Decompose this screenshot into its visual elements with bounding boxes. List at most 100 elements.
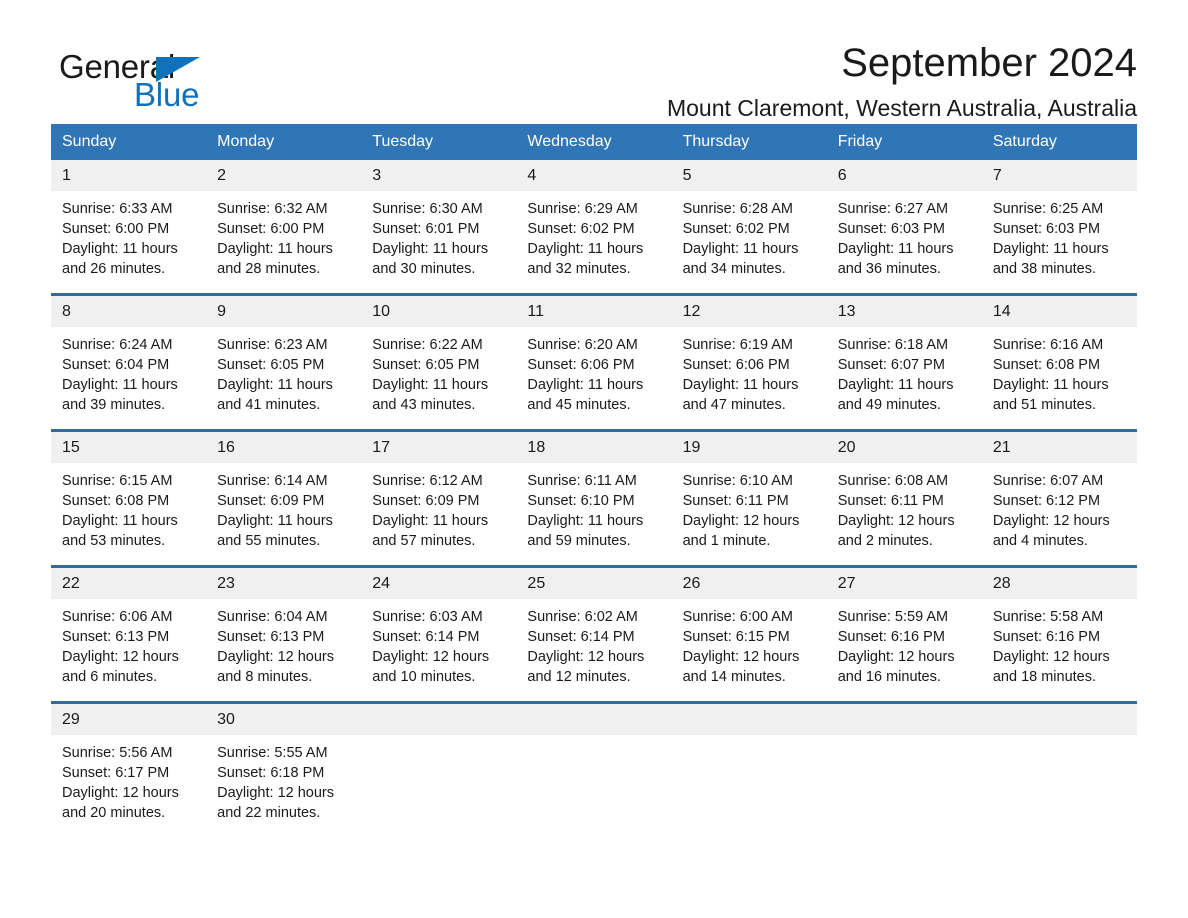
day-cell[interactable]: Sunrise: 6:19 AM Sunset: 6:06 PM Daylight:… (671, 327, 827, 429)
day-number[interactable]: 12 (671, 296, 827, 327)
day-cell[interactable]: Sunrise: 6:11 AM Sunset: 6:10 PM Daylight:… (516, 463, 672, 565)
day-cell[interactable]: Sunrise: 6:12 AM Sunset: 6:09 PM Daylight:… (361, 463, 517, 565)
sunrise-text: Sunrise: 6:25 AM (992, 201, 1104, 217)
daylight-text: and 34 minutes. (682, 261, 786, 277)
page-title: September 2024 (841, 41, 1137, 85)
daylight-text: and 32 minutes. (527, 261, 631, 277)
weekday-header-monday: Monday (206, 124, 362, 160)
day-cell[interactable]: Sunrise: 5:56 AM Sunset: 6:17 PM Daylight:… (51, 735, 207, 837)
day-number[interactable]: 27 (826, 568, 982, 599)
daylight-text: and 4 minutes. (992, 533, 1088, 549)
day-cell[interactable]: Sunrise: 6:07 AM Sunset: 6:12 PM Daylight:… (981, 463, 1137, 565)
daylight-text: Daylight: 11 hours (62, 513, 178, 529)
sunrise-text: Sunrise: 6:03 AM (372, 609, 483, 625)
generalblue-logo[interactable]: General Blue (59, 48, 239, 113)
daylight-text: and 45 minutes. (527, 397, 631, 413)
day-number[interactable]: 18 (516, 432, 672, 463)
day-cell[interactable]: Sunrise: 6:29 AM Sunset: 6:02 PM Daylight:… (516, 191, 672, 293)
day-number[interactable]: 30 (206, 704, 362, 735)
day-number[interactable]: 10 (361, 296, 517, 327)
day-cell[interactable]: Sunrise: 6:00 AM Sunset: 6:15 PM Daylight:… (671, 599, 827, 701)
day-number[interactable]: 4 (516, 160, 672, 191)
weekday-header-thursday: Thursday (671, 124, 827, 160)
daylight-text: and 39 minutes. (62, 397, 166, 413)
sunrise-text: Sunrise: 6:20 AM (527, 337, 638, 353)
day-number[interactable]: 6 (826, 160, 982, 191)
day-cell[interactable]: Sunrise: 6:32 AM Sunset: 6:00 PM Daylight:… (206, 191, 362, 293)
day-number[interactable]: 24 (361, 568, 517, 599)
day-cell[interactable]: Sunrise: 6:08 AM Sunset: 6:11 PM Daylight:… (826, 463, 982, 565)
day-cell[interactable]: Sunrise: 6:06 AM Sunset: 6:13 PM Daylight:… (51, 599, 207, 701)
day-number[interactable]: 22 (51, 568, 207, 599)
sunset-text: Sunset: 6:12 PM (992, 493, 1101, 509)
day-cell[interactable]: Sunrise: 6:04 AM Sunset: 6:13 PM Daylight:… (206, 599, 362, 701)
weekday-header-friday: Friday (826, 124, 982, 160)
day-cell[interactable]: Sunrise: 6:24 AM Sunset: 6:04 PM Daylight:… (51, 327, 207, 429)
day-number[interactable]: 16 (206, 432, 362, 463)
daylight-text: and 55 minutes. (217, 533, 321, 549)
day-number[interactable]: 13 (826, 296, 982, 327)
day-number[interactable]: 5 (671, 160, 827, 191)
day-cell[interactable]: Sunrise: 5:58 AM Sunset: 6:16 PM Daylight:… (981, 599, 1137, 701)
day-number[interactable]: 26 (671, 568, 827, 599)
day-cell-empty (826, 735, 982, 837)
day-cell[interactable]: Sunrise: 6:22 AM Sunset: 6:05 PM Daylight:… (361, 327, 517, 429)
daylight-text: and 1 minute. (682, 533, 771, 549)
day-number[interactable]: 28 (981, 568, 1137, 599)
day-number[interactable]: 21 (981, 432, 1137, 463)
day-number[interactable]: 11 (516, 296, 672, 327)
day-number[interactable]: 23 (206, 568, 362, 599)
daylight-text: Daylight: 12 hours (62, 649, 179, 665)
day-number[interactable]: 19 (671, 432, 827, 463)
day-cell[interactable]: Sunrise: 6:02 AM Sunset: 6:14 PM Daylight:… (516, 599, 672, 701)
sunrise-text: Sunrise: 6:07 AM (992, 473, 1104, 489)
sunrise-text: Sunrise: 6:12 AM (372, 473, 483, 489)
day-cell[interactable]: Sunrise: 6:03 AM Sunset: 6:14 PM Daylight:… (361, 599, 517, 701)
sunrise-text: Sunrise: 6:33 AM (62, 201, 173, 217)
sunrise-text: Sunrise: 5:59 AM (837, 609, 949, 625)
day-number[interactable]: 2 (206, 160, 362, 191)
sunrise-text: Sunrise: 5:56 AM (62, 745, 173, 761)
daylight-text: and 59 minutes. (527, 533, 631, 549)
day-cell[interactable]: Sunrise: 6:23 AM Sunset: 6:05 PM Daylight:… (206, 327, 362, 429)
sunset-text: Sunset: 6:02 PM (527, 221, 635, 237)
day-number[interactable]: 17 (361, 432, 517, 463)
day-cell[interactable]: Sunrise: 6:15 AM Sunset: 6:08 PM Daylight:… (51, 463, 207, 565)
day-cell[interactable]: Sunrise: 6:28 AM Sunset: 6:02 PM Daylight:… (671, 191, 827, 293)
day-number[interactable]: 8 (51, 296, 207, 327)
day-number[interactable]: 14 (981, 296, 1137, 327)
day-number[interactable]: 9 (206, 296, 362, 327)
day-number[interactable]: 15 (51, 432, 207, 463)
day-cell[interactable]: Sunrise: 6:33 AM Sunset: 6:00 PM Daylight:… (51, 191, 207, 293)
sunrise-text: Sunrise: 6:30 AM (372, 201, 483, 217)
daylight-text: Daylight: 12 hours (217, 649, 335, 665)
sunset-text: Sunset: 6:11 PM (837, 493, 944, 509)
day-cell[interactable]: Sunrise: 6:20 AM Sunset: 6:06 PM Daylight:… (516, 327, 672, 429)
day-cell[interactable]: Sunrise: 6:10 AM Sunset: 6:11 PM Daylight:… (671, 463, 827, 565)
day-number[interactable]: 29 (51, 704, 207, 735)
day-cell[interactable]: Sunrise: 6:30 AM Sunset: 6:01 PM Daylight:… (361, 191, 517, 293)
sunset-text: Sunset: 6:09 PM (217, 493, 325, 509)
sunset-text: Sunset: 6:13 PM (217, 629, 325, 645)
sunset-text: Sunset: 6:01 PM (372, 221, 480, 237)
day-cell[interactable]: Sunrise: 6:25 AM Sunset: 6:03 PM Daylight:… (981, 191, 1137, 293)
daylight-text: and 26 minutes. (62, 261, 166, 277)
day-number[interactable]: 20 (826, 432, 982, 463)
sunrise-text: Sunrise: 6:19 AM (682, 337, 793, 353)
day-number[interactable]: 3 (361, 160, 517, 191)
day-cell[interactable]: Sunrise: 6:14 AM Sunset: 6:09 PM Daylight:… (206, 463, 362, 565)
day-number[interactable]: 7 (981, 160, 1137, 191)
day-cell[interactable]: Sunrise: 5:59 AM Sunset: 6:16 PM Daylight:… (826, 599, 982, 701)
day-cell-empty (516, 735, 672, 837)
day-number-empty (516, 704, 672, 735)
day-number[interactable]: 1 (51, 160, 207, 191)
day-cell[interactable]: Sunrise: 5:55 AM Sunset: 6:18 PM Daylight:… (206, 735, 362, 837)
day-cell[interactable]: Sunrise: 6:18 AM Sunset: 6:07 PM Daylight:… (826, 327, 982, 429)
daylight-text: and 43 minutes. (372, 397, 476, 413)
sunset-text: Sunset: 6:04 PM (62, 357, 170, 373)
day-number[interactable]: 25 (516, 568, 672, 599)
daylight-text: and 49 minutes. (837, 397, 941, 413)
day-cell[interactable]: Sunrise: 6:27 AM Sunset: 6:03 PM Daylight:… (826, 191, 982, 293)
sunset-text: Sunset: 6:00 PM (62, 221, 170, 237)
day-cell[interactable]: Sunrise: 6:16 AM Sunset: 6:08 PM Daylight:… (981, 327, 1137, 429)
